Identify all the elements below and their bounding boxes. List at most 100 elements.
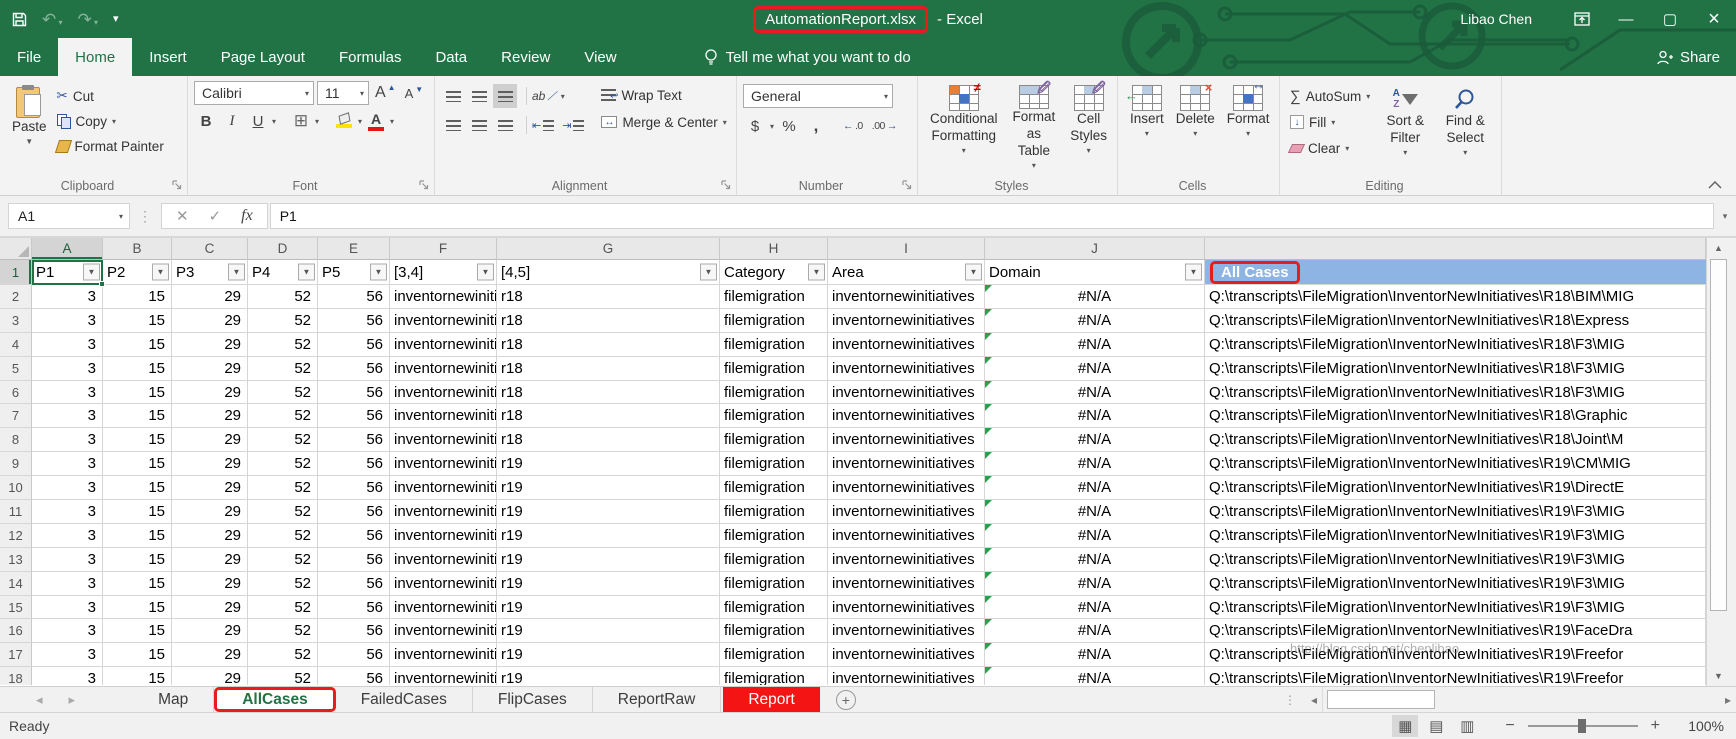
cell[interactable]: inventornewinitiatives [390,524,497,548]
cell[interactable]: filemigration [720,452,828,476]
cell[interactable]: Q:\transcripts\FileMigration\InventorNew… [1205,333,1706,357]
cell[interactable]: 56 [318,667,390,685]
cell[interactable]: 29 [172,428,248,452]
cell[interactable]: Q:\transcripts\FileMigration\InventorNew… [1205,524,1706,548]
decrease-indent-button[interactable]: ⇤ [529,113,557,137]
cell[interactable]: r19 [497,667,720,685]
column-header-H[interactable]: H [720,238,828,260]
number-format-combo[interactable]: General▾ [743,84,893,108]
cell[interactable]: 15 [103,572,172,596]
cell[interactable]: filemigration [720,500,828,524]
copy-button[interactable]: Copy▾ [53,110,168,132]
cell[interactable]: Q:\transcripts\FileMigration\InventorNew… [1205,619,1706,643]
ribbon-tab-data[interactable]: Data [418,38,484,76]
formula-input[interactable]: P1 [270,203,1714,229]
middle-align-button[interactable] [467,84,491,108]
cell[interactable]: 3 [32,596,103,620]
cell[interactable]: inventornewinitiatives [828,428,985,452]
cell[interactable]: inventornewinitiatives [390,333,497,357]
row-header-13[interactable]: 13 [0,548,32,572]
fill-color-caret[interactable]: ▾ [358,117,362,126]
column-header-G[interactable]: G [497,238,720,260]
column-header-C[interactable]: C [172,238,248,260]
cell[interactable]: 3 [32,667,103,685]
cell[interactable]: filemigration [720,524,828,548]
cell[interactable]: 15 [103,285,172,309]
cell[interactable]: #N/A [985,500,1205,524]
cell[interactable]: 29 [172,667,248,685]
cell[interactable]: Q:\transcripts\FileMigration\InventorNew… [1205,452,1706,476]
row-header-2[interactable]: 2 [0,285,32,309]
format-cells-button[interactable]: ↔ Format▾ [1221,81,1276,175]
cell[interactable]: filemigration [720,285,828,309]
cell[interactable]: inventornewinitiatives [828,643,985,667]
cell[interactable]: 3 [32,357,103,381]
cell[interactable]: inventornewinitiatives [390,452,497,476]
insert-cells-button[interactable]: ← Insert▾ [1124,81,1170,175]
zoom-out-icon[interactable]: − [1500,717,1519,735]
column-header-A[interactable]: A [32,238,103,260]
cell[interactable]: 3 [32,428,103,452]
cell[interactable]: r18 [497,357,720,381]
font-size-combo[interactable]: 11▾ [317,81,369,105]
cell[interactable]: r19 [497,452,720,476]
cell[interactable]: 52 [248,452,318,476]
decrease-font-icon[interactable]: A▼ [402,81,427,105]
cell[interactable]: #N/A [985,381,1205,405]
sheet-tab-allcases[interactable]: AllCases [214,687,335,712]
italic-button[interactable]: I [220,109,244,133]
cell[interactable]: inventornewinitiatives [828,524,985,548]
filter-dropdown-icon[interactable]: ▼ [298,264,315,281]
cell[interactable]: inventornewinitiatives [390,381,497,405]
clear-button[interactable]: Clear▾ [1286,137,1374,159]
cell[interactable]: inventornewinitiatives [390,619,497,643]
cell[interactable]: 15 [103,452,172,476]
name-box[interactable]: A1▾ [8,203,130,229]
cell[interactable]: 52 [248,381,318,405]
fill-color-button[interactable] [332,109,356,133]
fill-handle[interactable] [99,281,105,287]
zoom-slider-thumb[interactable] [1578,719,1586,733]
cell[interactable]: 15 [103,619,172,643]
find-select-button[interactable]: Find & Select▾ [1436,81,1494,175]
cell[interactable]: 3 [32,643,103,667]
cell[interactable]: 29 [172,333,248,357]
cell[interactable]: Q:\transcripts\FileMigration\InventorNew… [1205,500,1706,524]
align-right-button[interactable] [493,113,517,137]
sheet-tab-map[interactable]: Map [133,687,214,712]
cell[interactable]: inventornewinitiatives [390,643,497,667]
number-dialog-launcher-icon[interactable] [902,180,913,191]
top-align-button[interactable] [441,84,465,108]
cell[interactable]: 3 [32,452,103,476]
name-box-caret[interactable]: ▾ [119,212,123,221]
paste-button[interactable]: Paste ▼ [6,81,53,175]
cell[interactable]: #N/A [985,404,1205,428]
insert-function-icon[interactable]: fx [241,207,253,225]
cell[interactable]: filemigration [720,619,828,643]
cell[interactable]: Q:\transcripts\FileMigration\InventorNew… [1205,476,1706,500]
cell[interactable]: inventornewinitiatives [390,357,497,381]
account-user[interactable]: Libao Chen [1460,11,1532,27]
merge-center-button[interactable]: ↔ Merge & Center▾ [597,111,730,133]
normal-view-icon[interactable]: ▦ [1392,715,1418,737]
fill-button[interactable]: ↓Fill▾ [1286,111,1374,133]
row-header-17[interactable]: 17 [0,643,32,667]
cell[interactable]: r19 [497,476,720,500]
row-header-9[interactable]: 9 [0,452,32,476]
ribbon-tab-file[interactable]: File [0,38,58,76]
cell[interactable]: 15 [103,667,172,685]
orientation-button[interactable]: ab⟋ [529,84,559,108]
cell[interactable]: #N/A [985,333,1205,357]
cell[interactable]: 29 [172,619,248,643]
delete-cells-button[interactable]: × Delete▾ [1170,81,1221,175]
header-cell-D1[interactable]: P4▼ [248,260,318,285]
hscroll-left-icon[interactable]: ◂ [1306,693,1322,707]
cell[interactable]: 15 [103,357,172,381]
cell[interactable]: 15 [103,476,172,500]
maximize-button[interactable]: ▢ [1648,0,1692,38]
column-header-k[interactable] [1205,238,1706,260]
cell[interactable]: r18 [497,381,720,405]
wrap-text-button[interactable]: ↩ Wrap Text [597,84,730,106]
cell[interactable]: inventornewinitiatives [390,500,497,524]
cell[interactable]: inventornewinitiatives [390,596,497,620]
